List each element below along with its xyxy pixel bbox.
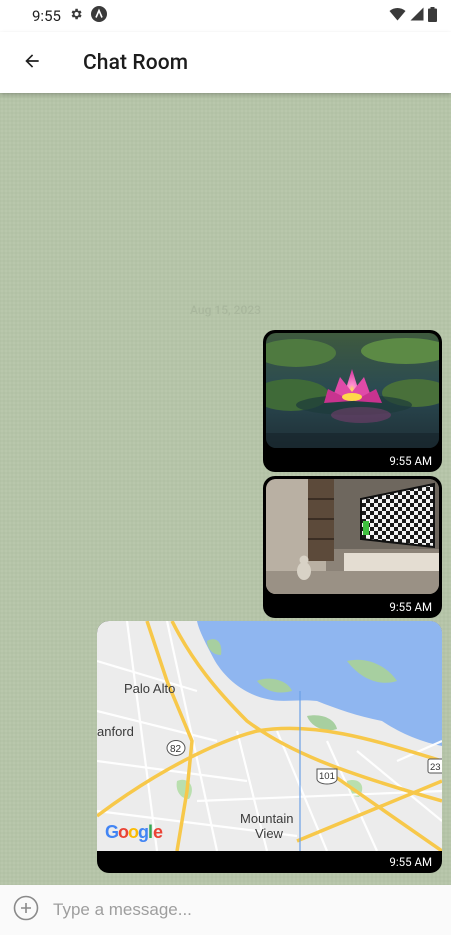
route-101-shield: 101 [316,768,338,785]
chat-area[interactable]: Aug 15, 2023 9:55 AM 9:55 AM Palo Alto a… [0,93,451,885]
message-input[interactable] [53,900,413,920]
map-label-palo-alto: Palo Alto [124,681,175,696]
svg-text:G: G [105,822,119,842]
svg-text:23: 23 [430,762,441,773]
video-message[interactable]: 9:55 AM [263,476,442,618]
plus-circle-icon [13,895,39,925]
battery-icon [428,6,437,26]
map-label-stanford: anford [97,724,134,739]
message-time: 9:55 AM [389,600,432,614]
status-bar: 9:55 [0,0,451,32]
map-label-mountain: Mountain [240,811,293,826]
a-circle-icon [90,6,107,26]
message-time: 9:55 AM [389,855,432,869]
map-label-view: View [255,826,284,841]
svg-text:101: 101 [319,771,335,782]
route-82-shield: 82 [166,740,186,756]
date-separator: Aug 15, 2023 [190,303,261,317]
svg-text:e: e [153,822,163,842]
message-composer [0,885,451,935]
status-time: 9:55 [32,7,61,25]
map-preview[interactable]: Palo Alto anford Mountain View 82 101 23 [97,621,442,851]
svg-text:82: 82 [170,744,182,755]
image-message[interactable]: 9:55 AM [263,330,442,472]
room-video-thumbnail[interactable] [266,479,439,594]
page-title: Chat Room [83,50,189,75]
location-message[interactable]: Palo Alto anford Mountain View 82 101 23 [97,621,442,873]
route-23-shield: 23 [427,758,442,774]
gear-icon [69,7,83,25]
cellular-icon [410,7,424,25]
add-attachment-button[interactable] [12,895,40,925]
back-button[interactable] [0,32,64,93]
wifi-icon [389,7,406,25]
arrow-left-icon [22,51,42,75]
water-lily-image[interactable] [266,333,439,448]
google-logo: G o o g l e [105,822,163,842]
message-time: 9:55 AM [389,454,432,468]
app-bar: Chat Room [0,32,451,93]
